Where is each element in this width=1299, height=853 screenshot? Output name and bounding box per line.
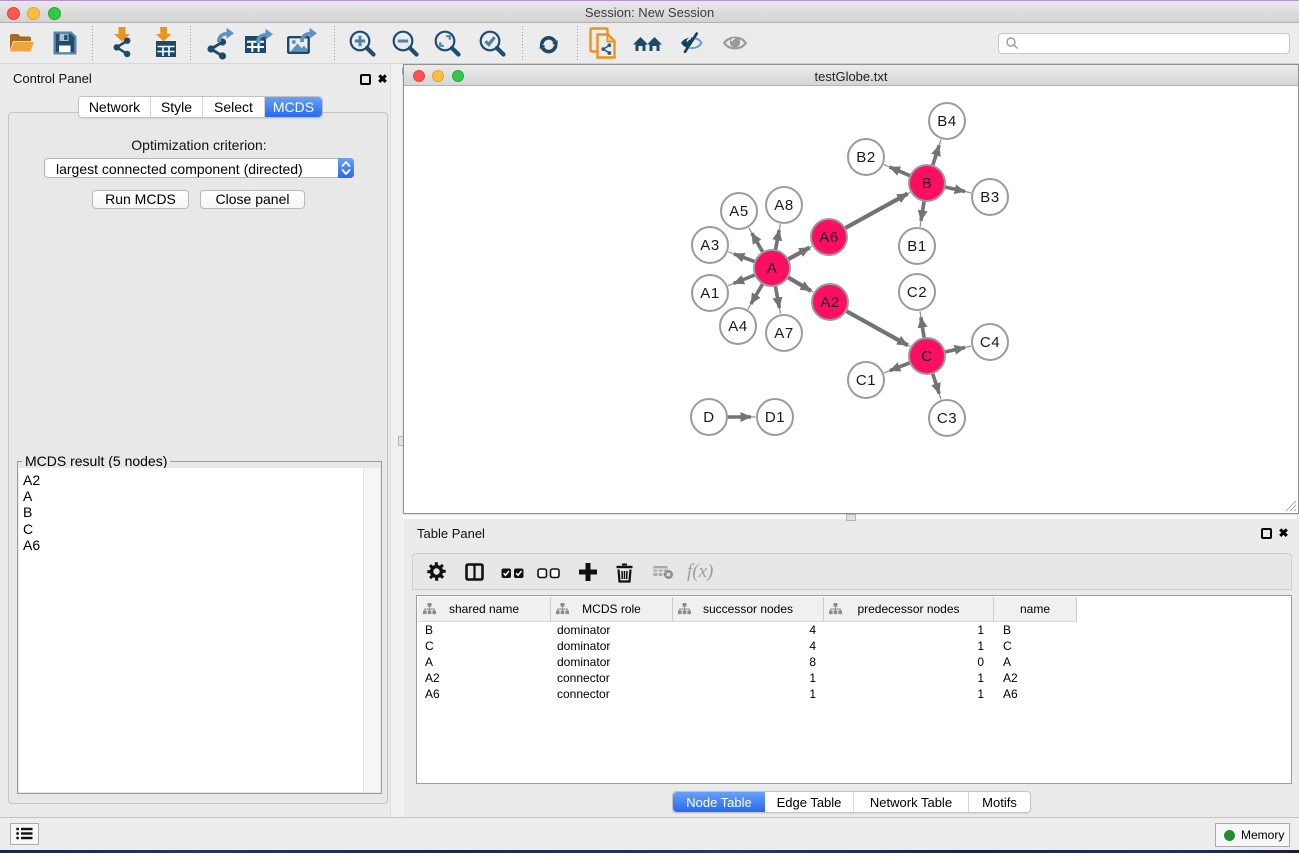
- svg-text:B: B: [922, 175, 933, 192]
- svg-text:B3: B3: [980, 189, 1000, 206]
- svg-text:A1: A1: [700, 285, 720, 302]
- svg-text:D: D: [703, 409, 714, 426]
- svg-text:A: A: [767, 260, 778, 277]
- svg-text:A3: A3: [700, 237, 720, 254]
- svg-text:C3: C3: [937, 410, 957, 427]
- svg-text:A6: A6: [819, 229, 839, 246]
- svg-text:D1: D1: [765, 409, 785, 426]
- svg-text:C2: C2: [907, 284, 927, 301]
- svg-text:A8: A8: [774, 197, 794, 214]
- svg-text:C1: C1: [856, 372, 876, 389]
- svg-text:A5: A5: [729, 203, 749, 220]
- svg-text:C: C: [921, 348, 932, 365]
- svg-text:B4: B4: [937, 113, 957, 130]
- svg-text:B2: B2: [856, 149, 876, 166]
- svg-text:B1: B1: [907, 238, 927, 255]
- svg-text:A7: A7: [774, 325, 794, 342]
- svg-text:A2: A2: [820, 294, 840, 311]
- svg-text:A4: A4: [728, 318, 748, 335]
- svg-text:C4: C4: [980, 334, 1000, 351]
